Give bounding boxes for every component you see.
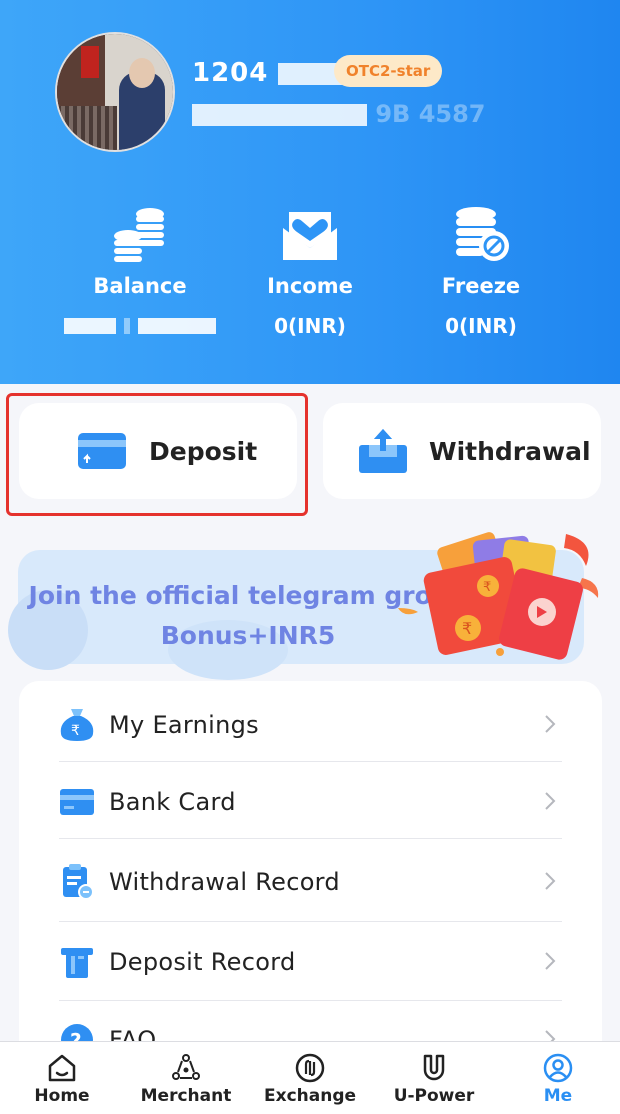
avatar[interactable] xyxy=(55,32,175,152)
menu-item-label: Deposit Record xyxy=(109,948,296,976)
nav-exchange[interactable]: Exchange xyxy=(248,1042,372,1114)
svg-text:₹: ₹ xyxy=(71,723,80,739)
withdrawal-label: Withdrawal xyxy=(429,436,591,466)
user-uid-text: 9B 4587 xyxy=(375,100,486,128)
telegram-promo-banner[interactable]: Join the official telegram group Bonus+I… xyxy=(8,532,599,680)
balance-label: Balance xyxy=(93,274,187,298)
redaction-mask xyxy=(192,104,367,126)
freeze-label: Freeze xyxy=(441,274,521,298)
profile-header: 1204 1 OTC2-star 9B 4587 xyxy=(0,0,620,384)
money-bag-icon: ₹ xyxy=(60,709,94,741)
menu-list: ₹ My Earnings Bank Card Withdrawal Recor… xyxy=(19,681,602,1081)
clipboard-icon xyxy=(63,864,94,900)
chevron-right-icon xyxy=(545,715,556,733)
coins-icon xyxy=(55,198,225,262)
bank-card-icon xyxy=(60,789,94,815)
freeze-value: 0(INR) xyxy=(445,314,517,338)
magnet-icon xyxy=(423,1054,445,1081)
menu-item-withdrawal-record[interactable]: Withdrawal Record xyxy=(59,843,562,921)
menu-item-label: Withdrawal Record xyxy=(109,868,340,896)
svg-text:₹: ₹ xyxy=(483,580,491,595)
income-stat[interactable]: Income 0(INR) xyxy=(225,198,395,338)
nav-me[interactable]: Me xyxy=(496,1042,620,1114)
menu-item-label: My Earnings xyxy=(109,711,259,739)
nav-label: Me xyxy=(543,1086,573,1106)
income-value: 0(INR) xyxy=(274,314,346,338)
nav-label: U-Power xyxy=(393,1086,475,1106)
balance-stat[interactable]: Balance xyxy=(55,198,225,338)
menu-item-deposit-record[interactable]: Deposit Record xyxy=(59,923,562,1001)
menu-item-my-earnings[interactable]: ₹ My Earnings xyxy=(59,686,562,764)
frozen-coins-icon xyxy=(396,198,566,262)
balance-value-masked xyxy=(55,314,225,338)
chevron-right-icon xyxy=(545,792,556,810)
income-label: Income xyxy=(267,274,353,298)
deposit-highlight-box xyxy=(6,393,308,516)
nav-label: Exchange xyxy=(263,1086,357,1106)
nav-label: Home xyxy=(34,1086,90,1106)
svg-text:₹: ₹ xyxy=(462,619,472,638)
menu-item-label: Bank Card xyxy=(109,788,236,816)
profile-icon xyxy=(543,1053,573,1083)
withdrawal-tray-icon xyxy=(357,427,409,475)
chevron-right-icon xyxy=(545,872,556,890)
nav-label: Merchant xyxy=(140,1086,232,1106)
menu-item-bank-card[interactable]: Bank Card xyxy=(59,763,562,841)
receipt-icon xyxy=(61,948,93,978)
nav-u-power[interactable]: U-Power xyxy=(372,1042,496,1114)
envelope-heart-icon xyxy=(225,198,395,262)
merchant-icon xyxy=(172,1054,200,1080)
user-uid: 9B 4587 xyxy=(192,100,486,128)
nav-home[interactable]: Home xyxy=(0,1042,124,1114)
withdrawal-button[interactable]: Withdrawal xyxy=(323,403,601,499)
bottom-nav: Home Merchant Exchange U-Power Me xyxy=(0,1041,620,1114)
home-icon xyxy=(48,1054,76,1082)
user-id-text: 1204 xyxy=(192,58,269,88)
chevron-right-icon xyxy=(545,952,556,970)
level-badge: OTC2-star xyxy=(334,55,443,87)
freeze-stat[interactable]: Freeze 0(INR) xyxy=(396,198,566,338)
exchange-icon xyxy=(295,1053,325,1083)
nav-merchant[interactable]: Merchant xyxy=(124,1042,248,1114)
red-envelopes-illustration: ₹ ₹ xyxy=(398,532,599,660)
